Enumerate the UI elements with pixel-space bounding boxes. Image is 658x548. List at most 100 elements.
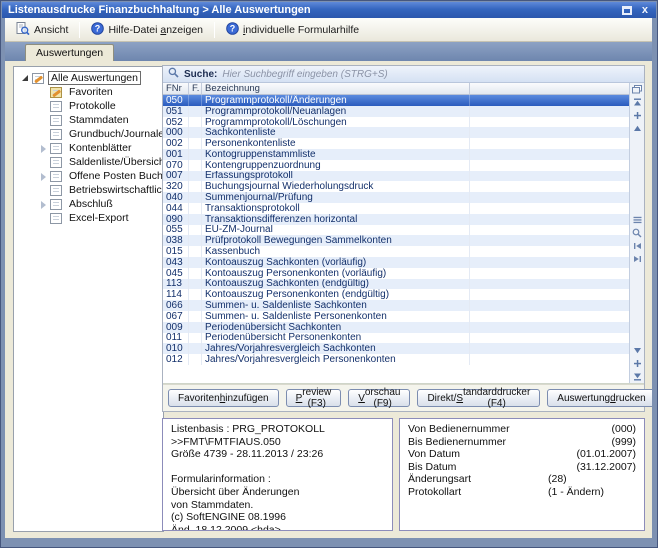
table-row[interactable]: 040 Summenjournal/Prüfung: [163, 192, 629, 203]
column-header-f[interactable]: F.: [189, 83, 202, 95]
tree-item-label: Betriebswirtschaftliche Auswertungen: [66, 183, 164, 197]
hilfe-datei-anzeigen-button[interactable]: ? Hilfe-Datei anzeigen: [84, 19, 210, 41]
page-down-icon[interactable]: [630, 357, 644, 370]
expander-icon[interactable]: [38, 171, 49, 182]
expander-icon[interactable]: [38, 143, 49, 154]
document-preview-icon: [16, 22, 30, 38]
expander-icon[interactable]: [38, 101, 49, 112]
expander-icon[interactable]: [38, 157, 49, 168]
table-row[interactable]: 012 Jahres/Vorjahresvergleich Personenko…: [163, 354, 629, 365]
jump-first-icon[interactable]: [630, 240, 644, 253]
table-row[interactable]: 000 Sachkontenliste: [163, 127, 629, 138]
table-row[interactable]: 038 Prüfprotokoll Bewegungen Sammelkonte…: [163, 235, 629, 246]
cell-f: [189, 257, 202, 268]
table-row[interactable]: 050 Programmprotokoll/Änderungen: [163, 95, 629, 106]
close-window-icon[interactable]: x: [640, 5, 650, 16]
table-row[interactable]: 114 Kontoauszug Personenkonten (endgülti…: [163, 289, 629, 300]
application-window: Listenausdrucke Finanzbuchhaltung > Alle…: [0, 0, 658, 548]
action-button[interactable]: Favoriten hinzufügen: [168, 389, 279, 407]
table-row[interactable]: 113 Kontoauszug Sachkonten (endgültig): [163, 279, 629, 290]
table-row[interactable]: 070 Kontengruppenzuordnung: [163, 160, 629, 171]
cell-fnr: 015: [163, 246, 189, 257]
tree-item[interactable]: Grundbuch/Journale: [14, 127, 163, 141]
table-row[interactable]: 043 Kontoauszug Sachkonten (vorläufig): [163, 257, 629, 268]
tree-item[interactable]: Saldenliste/Übersicht: [14, 155, 163, 169]
parameter-row: Bis Datum (31.12.2007): [408, 461, 636, 474]
form-info-line: Größe 4739 - 28.11.2013 / 23:26: [171, 448, 384, 461]
restore-window-icon[interactable]: [622, 6, 632, 15]
expander-icon[interactable]: [38, 115, 49, 126]
parameter-value: (01.01.2007): [548, 448, 636, 461]
evaluations-panel: Suche: Hier Suchbegriff eingeben (STRG+S…: [162, 65, 645, 412]
action-button[interactable]: Direkt/Standarddrucker (F4): [417, 389, 540, 407]
tree-item[interactable]: Stammdaten: [14, 113, 163, 127]
column-header-bezeichnung[interactable]: Bezeichnung: [202, 83, 470, 95]
action-button[interactable]: Preview (F3): [286, 389, 342, 407]
table-row[interactable]: 320 Buchungsjournal Wiederholungsdruck: [163, 181, 629, 192]
table-row[interactable]: 067 Summen- u. Saldenliste Personenkonte…: [163, 311, 629, 322]
page-up-icon[interactable]: [630, 109, 644, 122]
search-input[interactable]: Hier Suchbegriff eingeben (STRG+S): [222, 69, 387, 80]
search-bar[interactable]: Suche: Hier Suchbegriff eingeben (STRG+S…: [163, 66, 644, 83]
row-up-icon[interactable]: [630, 122, 644, 135]
scroll-to-bottom-icon[interactable]: [630, 370, 644, 383]
cell-fnr: 000: [163, 127, 189, 138]
cell-f: [189, 117, 202, 128]
table-row[interactable]: 051 Programmprotokoll/Neuanlagen: [163, 106, 629, 117]
table-row[interactable]: 010 Jahres/Vorjahresvergleich Sachkonten: [163, 343, 629, 354]
individuelle-formularhilfe-button[interactable]: ? individuelle Formularhilfe: [219, 19, 366, 41]
search-records-icon[interactable]: [630, 227, 644, 240]
scroll-to-top-icon[interactable]: [630, 96, 644, 109]
tree-item[interactable]: Abschluß: [14, 197, 163, 211]
parameter-label: Von Bedienernummer: [408, 423, 548, 436]
table-row[interactable]: 011 Periodenübersicht Personenkonten: [163, 333, 629, 344]
tree-item[interactable]: Protokolle: [14, 99, 163, 113]
table-row[interactable]: 001 Kontogruppenstammliste: [163, 149, 629, 160]
cell-empty: [470, 333, 629, 344]
jump-last-icon[interactable]: [630, 253, 644, 266]
cell-f: [189, 171, 202, 182]
column-header-fnr[interactable]: FNr: [163, 83, 189, 95]
tree-item[interactable]: Offene Posten Buchhaltung: [14, 169, 163, 183]
table-row[interactable]: 045 Kontoauszug Personenkonten (vorläufi…: [163, 268, 629, 279]
column-options-icon[interactable]: [630, 83, 644, 96]
table-row[interactable]: 015 Kassenbuch: [163, 246, 629, 257]
form-info-line: [171, 461, 384, 474]
tree-item[interactable]: Kontenblätter: [14, 141, 163, 155]
tree-item-label: Favoriten: [66, 85, 116, 99]
table-row[interactable]: 055 EU-ZM-Journal: [163, 225, 629, 236]
tree-item[interactable]: Excel-Export: [14, 211, 163, 225]
ansicht-button[interactable]: Ansicht: [9, 19, 75, 41]
expander-icon[interactable]: [20, 73, 31, 84]
table-row[interactable]: 009 Periodenübersicht Sachkonten: [163, 322, 629, 333]
action-button[interactable]: Vorschau (F9): [348, 389, 410, 407]
parameter-row: Von Bedienernummer (000): [408, 423, 636, 436]
cell-bezeichnung: Kontoauszug Personenkonten (endgültig): [202, 289, 470, 300]
row-down-icon[interactable]: [630, 344, 644, 357]
view-list-icon[interactable]: [630, 214, 644, 227]
table-row[interactable]: 052 Programmprotokoll/Löschungen: [163, 117, 629, 128]
table-row[interactable]: 066 Summen- u. Saldenliste Sachkonten: [163, 300, 629, 311]
tree-item[interactable]: Alle Auswertungen: [14, 71, 163, 85]
tree-item[interactable]: Favoriten: [14, 85, 163, 99]
expander-icon[interactable]: [38, 199, 49, 210]
table-row[interactable]: 002 Personenkontenliste: [163, 138, 629, 149]
cell-bezeichnung: Personenkontenliste: [202, 138, 470, 149]
cell-fnr: 320: [163, 181, 189, 192]
table-row[interactable]: 090 Transaktionsdifferenzen horizontal: [163, 214, 629, 225]
table-row[interactable]: 044 Transaktionsprotokoll: [163, 203, 629, 214]
parameter-label: Von Datum: [408, 448, 548, 461]
expander-icon[interactable]: [38, 213, 49, 224]
tree-item-label: Abschluß: [66, 197, 116, 211]
expander-icon[interactable]: [38, 87, 49, 98]
cell-empty: [470, 171, 629, 182]
expander-icon[interactable]: [38, 185, 49, 196]
grid-rows: 050 Programmprotokoll/Änderungen 051 Pro: [163, 95, 629, 383]
tree-item[interactable]: Betriebswirtschaftliche Auswertungen: [14, 183, 163, 197]
help-icon: ?: [91, 22, 104, 38]
tab-auswertungen[interactable]: Auswertungen: [25, 44, 114, 61]
svg-text:?: ?: [95, 23, 101, 33]
table-row[interactable]: 007 Erfassungsprotokoll: [163, 171, 629, 182]
expander-icon[interactable]: [38, 129, 49, 140]
action-button[interactable]: Auswertung drucken: [547, 389, 652, 407]
